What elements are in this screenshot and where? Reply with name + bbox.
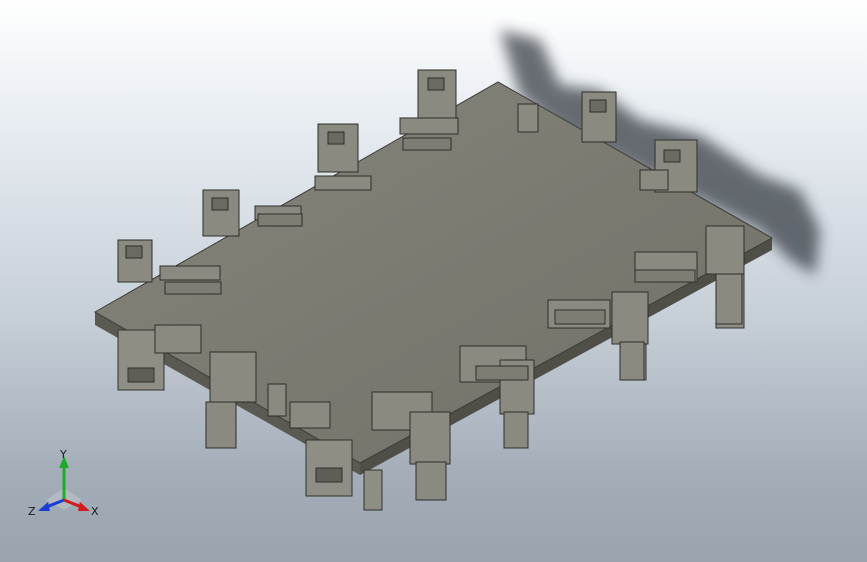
clamp-unit	[314, 123, 372, 191]
y-axis-label: Y	[59, 448, 67, 461]
leg-slot	[127, 367, 155, 383]
z-axis-arrow	[38, 502, 50, 511]
cad-model-scene[interactable]	[0, 0, 867, 562]
x-axis-arrow	[78, 502, 90, 511]
x-axis-label: X	[91, 505, 99, 518]
clamp-unit	[399, 69, 459, 135]
coordinate-triad: Y X Z	[28, 448, 99, 518]
graphics-viewport[interactable]: Y X Z	[0, 0, 867, 562]
leg-slot	[315, 467, 343, 483]
support-leg	[363, 469, 383, 511]
z-axis-label: Z	[28, 505, 36, 518]
